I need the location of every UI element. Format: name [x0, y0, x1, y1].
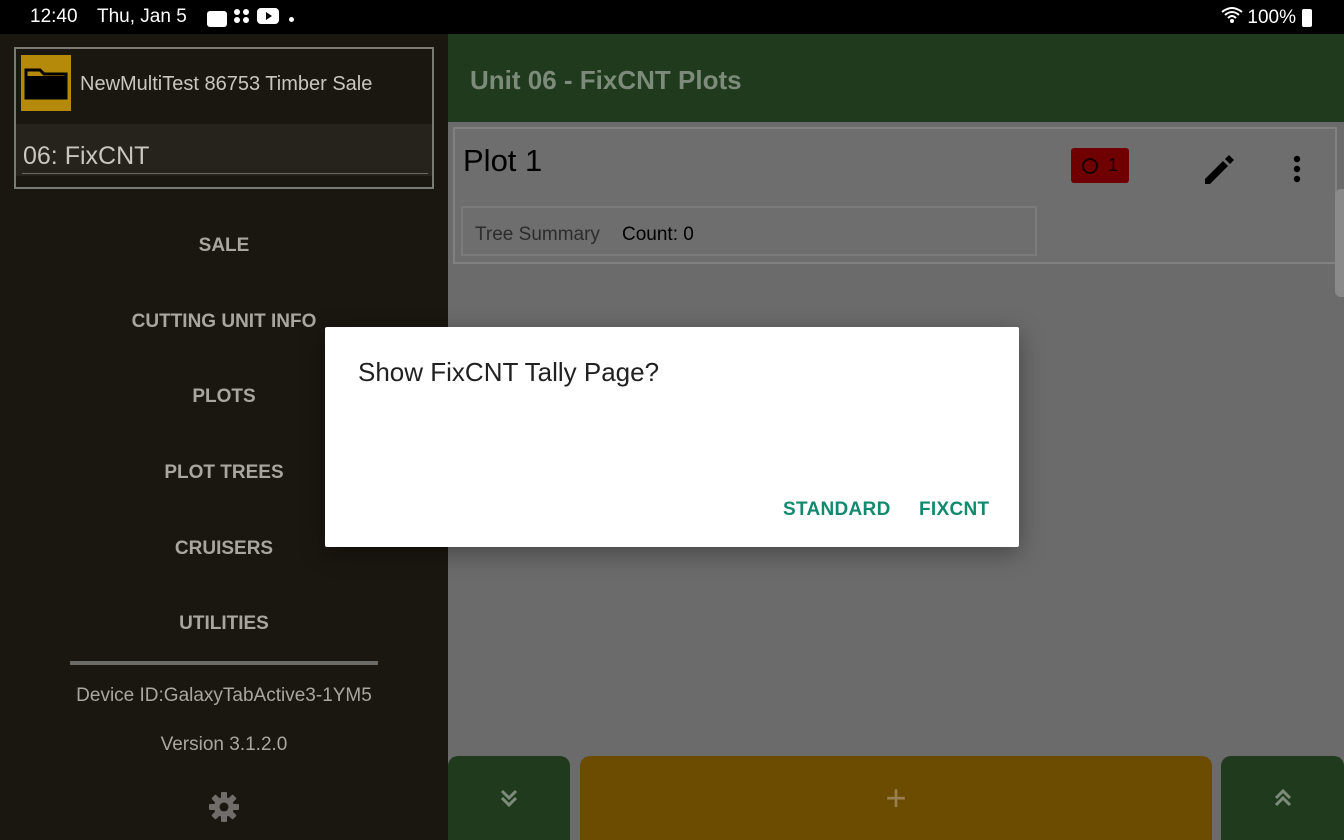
add-plus-icon: + [885, 777, 907, 818]
image-notification-icon [207, 11, 227, 27]
status-time: 12:40 [30, 6, 78, 27]
notification-icons [207, 8, 294, 30]
error-count: 1 [1107, 155, 1118, 175]
apps-notification-icon [233, 8, 251, 30]
tree-summary-label: Tree Summary [475, 224, 600, 245]
youtube-icon [257, 8, 279, 30]
battery-icon [1302, 9, 1312, 27]
double-chevron-down-icon [500, 789, 518, 808]
unit-selector[interactable]: 06: FixCNT [16, 124, 432, 176]
page-title: Unit 06 - FixCNT Plots [470, 65, 742, 95]
battery-percent: 100% [1247, 7, 1296, 28]
scroll-up-button[interactable] [1221, 756, 1344, 840]
app-bar: Unit 06 - FixCNT Plots [448, 34, 1344, 122]
device-id: Device ID:GalaxyTabActive3-1YM5 [76, 685, 372, 706]
unit-name: 06: FixCNT [23, 142, 150, 170]
drawer-divider [70, 661, 378, 665]
nav-item-utilities[interactable]: UTILITIES [0, 613, 448, 635]
drawer-header[interactable]: NewMultiTest 86753 Timber Sale 06: FixCN… [14, 47, 434, 189]
fixcnt-button[interactable]: FIXCNT [919, 499, 989, 521]
sale-name: NewMultiTest 86753 Timber Sale [80, 73, 373, 95]
tree-count: Count: 0 [622, 224, 694, 245]
error-circle-icon [1081, 157, 1098, 174]
edit-pencil-icon[interactable] [1201, 151, 1237, 187]
tally-page-dialog: Show FixCNT Tally Page? STANDARD FIXCNT [325, 327, 1019, 547]
standard-button[interactable]: STANDARD [783, 499, 891, 521]
nav-item-sale[interactable]: SALE [0, 235, 448, 257]
app-version: Version 3.1.2.0 [160, 734, 288, 755]
status-date: Thu, Jan 5 [97, 6, 187, 27]
folder-icon[interactable] [21, 55, 71, 111]
plot-title: Plot 1 [463, 143, 543, 178]
more-vert-icon[interactable] [1281, 151, 1313, 187]
more-notifications-dot-icon [289, 16, 294, 22]
settings-gear-icon[interactable] [207, 790, 241, 824]
add-plot-button[interactable]: + [580, 756, 1212, 840]
double-chevron-up-icon [1274, 788, 1291, 807]
wifi-icon [1221, 6, 1244, 30]
dialog-title: Show FixCNT Tally Page? [358, 357, 660, 387]
scrollbar-handle[interactable] [1335, 189, 1344, 297]
error-badge[interactable]: 1 [1071, 148, 1129, 183]
status-right: 100% [1221, 6, 1312, 30]
status-bar: 12:40 Thu, Jan 5 100% [0, 0, 1344, 34]
plot-card[interactable]: Plot 1 1 Tree Summary Count: 0 [453, 127, 1337, 264]
scroll-down-button[interactable] [448, 756, 570, 840]
unit-underline [22, 173, 428, 174]
tree-summary: Tree Summary Count: 0 [461, 206, 1037, 256]
